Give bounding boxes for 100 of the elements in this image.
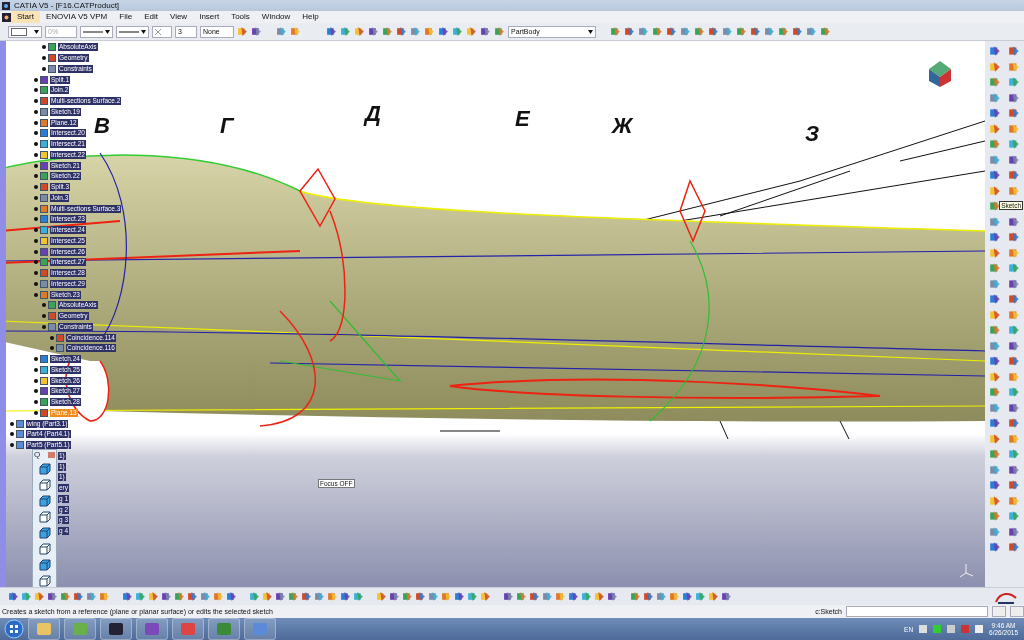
menu-item[interactable]: Help <box>296 11 325 23</box>
tool-icon[interactable] <box>1008 525 1021 538</box>
expand-icon[interactable] <box>34 174 38 179</box>
expand-icon[interactable] <box>34 260 38 265</box>
expand-icon[interactable] <box>34 88 38 93</box>
tool-icon[interactable] <box>988 169 1001 181</box>
expand-icon[interactable] <box>34 163 38 168</box>
cube-view-icon[interactable] <box>38 494 51 507</box>
linetype-dropdown[interactable] <box>80 25 113 38</box>
cube-view-icon[interactable] <box>38 462 51 475</box>
tool-icon[interactable] <box>368 26 379 37</box>
tree-node-icon <box>48 301 56 310</box>
menu-item[interactable]: File <box>113 11 139 23</box>
section-letter: Д <box>365 101 381 127</box>
tree-node-icon <box>40 258 48 267</box>
window-title: CATIA V5 - [F16.CATProduct] <box>14 1 120 10</box>
menu-item[interactable]: Edit <box>138 11 164 23</box>
tool-icon[interactable] <box>1008 339 1021 352</box>
tool-icon[interactable] <box>1008 463 1021 476</box>
menu-item[interactable]: Insert <box>193 11 226 23</box>
expand-icon[interactable] <box>42 303 46 308</box>
tree-node-icon <box>56 333 64 342</box>
expand-icon[interactable] <box>10 432 14 437</box>
section-letter: Г <box>220 113 234 139</box>
cube-view-icon[interactable] <box>38 574 51 587</box>
tool-icon[interactable] <box>161 591 172 602</box>
tool-icon[interactable] <box>326 26 337 37</box>
tool-icon[interactable] <box>988 417 1001 429</box>
expand-icon[interactable] <box>42 45 46 50</box>
app-icon[interactable] <box>2 12 11 22</box>
tool-icon[interactable] <box>122 591 133 602</box>
tool-icon[interactable] <box>8 591 19 602</box>
line-icon <box>83 29 103 34</box>
expand-icon[interactable] <box>10 443 14 448</box>
tool-icon[interactable] <box>389 591 400 602</box>
tool-icon[interactable] <box>47 591 58 602</box>
tool-icon[interactable] <box>454 591 465 602</box>
tool-icon[interactable] <box>251 26 262 37</box>
tool-icon[interactable] <box>682 591 693 602</box>
expand-icon[interactable] <box>10 421 14 426</box>
tree-node-icon <box>56 344 64 353</box>
compass-icon[interactable] <box>927 59 953 89</box>
cube-view-icon[interactable] <box>38 542 51 555</box>
expand-icon[interactable] <box>34 131 38 136</box>
tool-icon[interactable] <box>988 107 1001 119</box>
section-letter: З <box>805 121 820 147</box>
tool-icon[interactable] <box>988 541 1001 553</box>
cube-view-icon[interactable] <box>38 558 51 571</box>
color-dropdown[interactable] <box>8 25 42 38</box>
menu-item[interactable]: Window <box>255 11 297 23</box>
tree-node-icon <box>40 161 48 170</box>
tool-icon[interactable] <box>1008 401 1021 414</box>
cube-view-icon[interactable] <box>38 478 51 491</box>
expand-icon[interactable] <box>34 292 38 297</box>
tool-icon[interactable] <box>275 591 286 602</box>
tool-icon[interactable] <box>988 355 1001 367</box>
command-input[interactable] <box>846 606 988 617</box>
tool-icon[interactable] <box>480 26 491 37</box>
expand-icon[interactable] <box>34 217 38 222</box>
tool-icon[interactable] <box>1008 91 1021 104</box>
cube-view-icon[interactable] <box>38 526 51 539</box>
tool-icon[interactable] <box>607 591 618 602</box>
line-weight-dropdown[interactable] <box>116 25 149 38</box>
menu-item[interactable]: ENOVIA V5 VPM <box>39 11 114 23</box>
expand-icon[interactable] <box>34 206 38 211</box>
tool-icon[interactable] <box>226 591 237 602</box>
expand-icon[interactable] <box>34 389 38 394</box>
section-letter: Е <box>515 106 530 132</box>
tool-icon[interactable] <box>721 591 732 602</box>
cube-view-icon[interactable] <box>38 510 51 523</box>
tool-icon[interactable] <box>988 479 1001 491</box>
tool-icon[interactable] <box>340 591 351 602</box>
menu-item[interactable]: Start <box>11 11 40 23</box>
tool-icon[interactable] <box>1008 277 1021 290</box>
tool-icon[interactable] <box>568 591 579 602</box>
tool-icon[interactable] <box>988 45 1001 57</box>
tool-icon[interactable] <box>1008 153 1021 166</box>
taskbar-app-button[interactable] <box>100 618 132 640</box>
tool-icon[interactable] <box>438 26 449 37</box>
tool-icon[interactable] <box>988 231 1001 243</box>
menu-item[interactable]: View <box>163 11 194 23</box>
tool-icon[interactable] <box>1008 215 1021 228</box>
close-icon[interactable] <box>48 451 55 458</box>
tree-node-icon <box>40 387 48 396</box>
app-icon <box>2 1 10 10</box>
expand-icon[interactable] <box>50 346 54 351</box>
expand-icon[interactable] <box>50 335 54 340</box>
start-orb-icon[interactable] <box>4 619 24 639</box>
tool-icon[interactable] <box>988 200 1001 212</box>
expand-icon[interactable] <box>34 120 38 125</box>
tool-icon[interactable] <box>503 591 514 602</box>
tool-icon[interactable] <box>988 293 1001 305</box>
point-dropdown[interactable] <box>152 25 172 38</box>
tree-node-icon <box>40 129 48 138</box>
caret-icon <box>105 29 110 34</box>
caret-icon <box>588 29 593 34</box>
menu-item[interactable]: Tools <box>225 11 256 23</box>
expand-icon[interactable] <box>34 77 38 82</box>
expand-icon[interactable] <box>34 378 38 383</box>
expand-icon[interactable] <box>34 249 38 254</box>
